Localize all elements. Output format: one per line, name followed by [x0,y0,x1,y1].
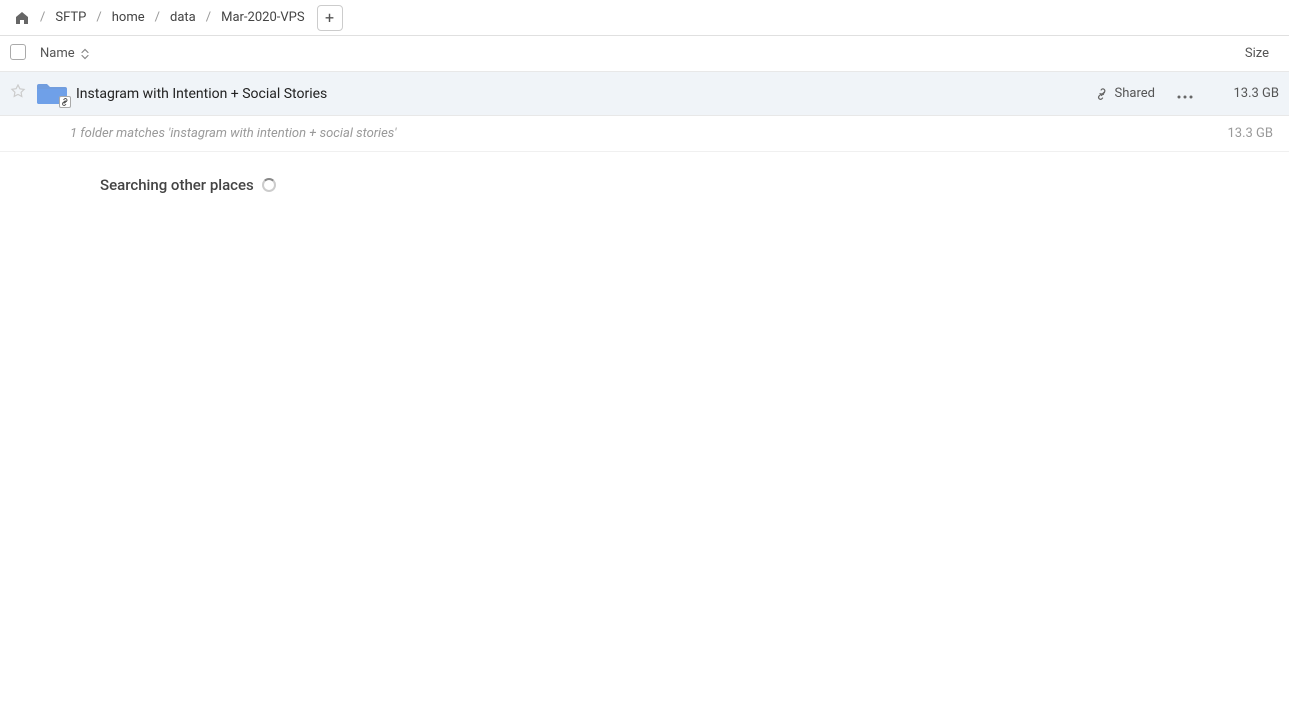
summary-row: 1 folder matches 'instagram with intenti… [0,116,1289,152]
name-column-label: Name [40,46,75,61]
summary-size: 13.3 GB [1227,126,1273,141]
header-checkbox-col [10,44,40,64]
shared-label: Shared [1115,86,1155,101]
add-button[interactable]: + [317,5,343,31]
sep-2: / [94,10,103,25]
folder-icon [34,79,70,109]
loading-spinner [262,178,276,192]
file-size: 13.3 GB [1209,86,1279,101]
star-icon[interactable] [10,84,34,104]
name-column-header[interactable]: Name [40,46,1245,61]
link-icon [1096,87,1110,101]
searching-label: Searching other places [100,176,254,194]
summary-text: 1 folder matches 'instagram with intenti… [70,126,1227,141]
breadcrumb-sftp[interactable]: SFTP [51,8,90,27]
folder-badge [59,96,71,108]
sep-1: / [38,10,47,25]
sep-4: / [204,10,213,25]
file-name[interactable]: Instagram with Intention + Social Storie… [76,86,1096,102]
home-button[interactable] [10,6,34,30]
sort-icon [79,48,91,60]
breadcrumb-data[interactable]: data [166,8,200,27]
more-options-button[interactable] [1171,79,1199,108]
size-column-header: Size [1245,46,1279,61]
shared-indicator: Shared [1096,86,1155,101]
file-row[interactable]: Instagram with Intention + Social Storie… [0,72,1289,116]
header-checkbox[interactable] [10,44,26,60]
breadcrumb-mar2020vps[interactable]: Mar-2020-VPS [217,8,308,27]
column-headers: Name Size [0,36,1289,72]
sep-3: / [153,10,162,25]
top-bar: / SFTP / home / data / Mar-2020-VPS + [0,0,1289,36]
breadcrumb-home[interactable]: home [108,8,149,27]
searching-section: Searching other places [0,152,1289,206]
